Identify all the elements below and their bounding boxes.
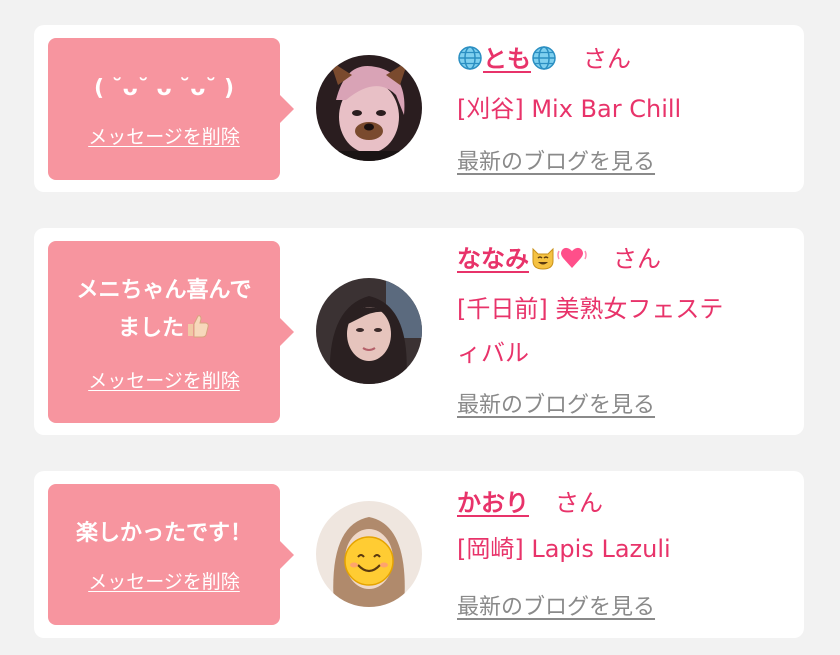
message-bubble: ( ˘ᴗ˘ ᴗ ˘ᴗ˘ ) メッセージを削除 — [48, 38, 294, 180]
shop-name: [岡崎] Lapis Lazuli — [457, 535, 671, 563]
message-card: 楽しかったです！ メッセージを削除 かおり さん [岡崎] Lapis Lazul… — [34, 471, 804, 638]
message-text: ( ˘ᴗ˘ ᴗ ˘ᴗ˘ ) — [93, 75, 235, 101]
message-card: メニちゃん喜んで ました メッセージを削除 ななみ さん [千日前] 美熟女フェス… — [34, 228, 804, 435]
delete-message-link[interactable]: メッセージを削除 — [88, 122, 240, 149]
beating-heart-icon — [557, 243, 587, 280]
sender-name-row: とも さん — [457, 42, 792, 80]
delete-message-link[interactable]: メッセージを削除 — [88, 567, 240, 594]
cat-face-icon — [529, 243, 557, 280]
avatar[interactable] — [316, 501, 422, 607]
message-text-line: メニちゃん喜んで — [76, 277, 252, 303]
honorific: さん — [583, 45, 631, 73]
globe-icon — [457, 45, 483, 80]
sender-name: とも — [483, 45, 531, 73]
honorific: さん — [555, 489, 603, 517]
avatar[interactable] — [316, 278, 422, 384]
thumbs-up-icon — [184, 313, 210, 352]
shop-name: [千日前] 美熟女フェステ ィバル — [457, 287, 792, 375]
sender-name-link[interactable]: ななみ — [457, 245, 587, 273]
shop-name-line: [千日前] 美熟女フェステ — [457, 295, 724, 323]
sender-info: かおり さん [岡崎] Lapis Lazuli 最新のブログを見る — [457, 486, 792, 620]
shop-name: [刈谷] Mix Bar Chill — [457, 95, 682, 123]
message-text-line: ました — [117, 315, 184, 341]
message-text: メニちゃん喜んで ました — [77, 272, 252, 352]
globe-icon — [531, 45, 557, 80]
avatar[interactable] — [316, 55, 422, 161]
latest-blog-link[interactable]: 最新のブログを見る — [457, 387, 655, 419]
honorific: さん — [613, 245, 661, 273]
latest-blog-link[interactable]: 最新のブログを見る — [457, 589, 655, 621]
shop-name-line: ィバル — [457, 339, 529, 367]
delete-message-link[interactable]: メッセージを削除 — [88, 366, 240, 393]
message-bubble: 楽しかったです！ メッセージを削除 — [48, 484, 294, 625]
message-bubble: メニちゃん喜んで ました メッセージを削除 — [48, 241, 294, 423]
message-card: ( ˘ᴗ˘ ᴗ ˘ᴗ˘ ) メッセージを削除 とも さん [刈谷] Mix Bar… — [34, 25, 804, 192]
sender-info: とも さん [刈谷] Mix Bar Chill 最新のブログを見る — [457, 42, 792, 175]
latest-blog-link[interactable]: 最新のブログを見る — [457, 144, 655, 176]
message-text: 楽しかったです！ — [75, 521, 252, 546]
sender-info: ななみ さん [千日前] 美熟女フェステ ィバル 最新のブログを見る — [457, 242, 792, 418]
sender-name-link[interactable]: とも — [457, 45, 557, 73]
smiling-face-icon — [344, 536, 394, 586]
sender-name-link[interactable]: かおり — [457, 489, 529, 517]
sender-name-row: かおり さん — [457, 486, 792, 520]
sender-name-row: ななみ さん — [457, 242, 792, 280]
sender-name: ななみ — [457, 245, 529, 273]
